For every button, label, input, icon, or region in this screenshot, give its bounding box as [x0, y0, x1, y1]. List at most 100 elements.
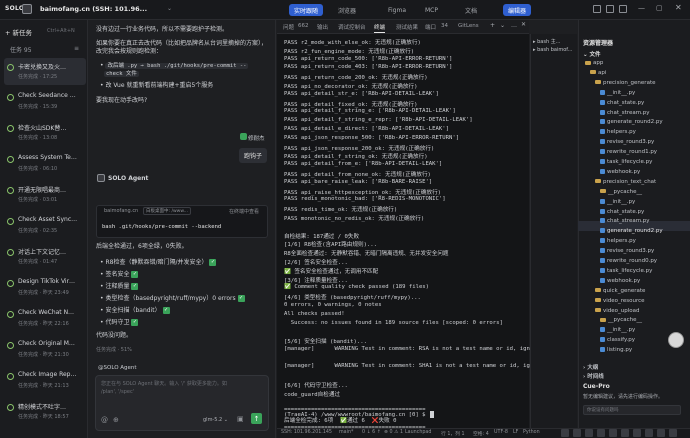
minimize-icon[interactable]: — [638, 4, 645, 12]
ssh-status[interactable]: SSH: 101.96.201.145 [281, 430, 332, 435]
more-icon[interactable]: … [511, 22, 517, 29]
add-terminal-icon[interactable]: + [490, 22, 495, 29]
tab-debug-console[interactable]: 调试控制台 [338, 23, 366, 31]
tree-file[interactable]: task_lifecycle.py [600, 159, 652, 165]
outline-section[interactable]: › 大纲 [583, 363, 598, 371]
tab-gitlens[interactable]: GitLens [458, 23, 479, 29]
layout-left-icon[interactable] [593, 5, 601, 13]
task-item[interactable]: Check Seedance … 任务完成 · 15:39 [4, 88, 86, 115]
send-button[interactable]: ↑ [251, 413, 262, 424]
image-icon[interactable]: ▣ [237, 415, 244, 423]
timeline-section[interactable]: › 时间线 [583, 372, 604, 380]
tree-file[interactable]: rewrite_round0.py [600, 258, 657, 264]
tree-folder[interactable]: video_upload [595, 308, 640, 314]
tree-folder[interactable]: __pycache__ [600, 317, 642, 323]
tree-file[interactable]: chat_state.py [600, 208, 644, 215]
sync-status[interactable]: 0 ↓ 6 ↑ [362, 430, 381, 435]
terminal-list-item[interactable]: ▸ bash 主... [533, 38, 560, 45]
tree-file[interactable]: helpers.py [600, 129, 636, 135]
tab-output[interactable]: 输出 [317, 23, 328, 31]
terminal-prompt[interactable]: (TraeAI-4) /www/wwwroot/baimofang.cn [0]… [284, 412, 425, 418]
tree-folder[interactable]: __pycache__ [600, 189, 642, 195]
close-panel-icon[interactable]: ✕ [521, 21, 526, 28]
task-item[interactable]: Design TikTok Vir… 任务完成 · 昨天 23:49 [4, 274, 86, 301]
task-item[interactable]: 精创模式不吐字… 任务完成 · 昨天 18:57 [4, 398, 86, 425]
tool-icon[interactable] [633, 429, 641, 437]
tab-browser[interactable]: 浏览器 [333, 4, 361, 16]
tab-ports[interactable]: 端口 [425, 23, 436, 31]
tree-file[interactable]: webhook.py [600, 168, 640, 175]
tree-file[interactable]: __init__.py [600, 327, 635, 333]
tree-file[interactable]: revise_round3.py [600, 139, 654, 145]
tree-folder[interactable]: precision_generate [595, 80, 655, 86]
tab-mcp[interactable]: MCP [420, 4, 443, 16]
filter-icon[interactable]: ≡ [74, 45, 79, 52]
task-item[interactable]: 卡密兑换又及火… 任务完成 · 17:25 [4, 58, 86, 85]
task-item[interactable]: Assess System Te… 任务完成 · 06:10 [4, 150, 86, 177]
encoding[interactable]: UTF-8 [494, 430, 508, 435]
tree-file[interactable]: generate_round2.py [600, 119, 663, 125]
tab-live-follow[interactable]: 实时跟随 [289, 4, 324, 16]
task-item[interactable]: 检查火山SDK替… 任务完成 · 13:08 [4, 119, 86, 146]
model-selector[interactable]: glm-5.2 ⌄ [203, 417, 228, 423]
terminal-list-item[interactable]: ▸ bash baimof... [533, 47, 572, 53]
task-item[interactable]: Check Image Rep… 任务完成 · 昨天 21:13 [4, 367, 86, 394]
task-item[interactable]: Check WeChat N… 任务完成 · 昨天 22:16 [4, 305, 86, 332]
tree-file[interactable]: __init__.py [600, 89, 635, 96]
tree-file[interactable]: chat_stream.py [600, 109, 650, 116]
at-icon[interactable]: @ [101, 416, 108, 424]
tab-editor[interactable]: 编辑器 [503, 4, 532, 16]
new-task-button[interactable]: + 新任务 [5, 27, 32, 37]
tree-file[interactable]: listing.py [600, 347, 632, 353]
view-in-terminal-link[interactable]: 在终端中查看 [229, 208, 259, 215]
launchpad-button[interactable]: Launchpad [405, 430, 431, 435]
mention-tag[interactable]: @SOLO Agent [98, 365, 137, 371]
tab-figma[interactable]: Figma [383, 4, 411, 16]
tree-file[interactable]: rewrite_round1.py [600, 149, 657, 155]
tool-icon[interactable] [609, 429, 617, 437]
tree-folder[interactable]: video_resource [595, 298, 645, 304]
git-branch[interactable]: main* [339, 430, 353, 435]
tool-icon[interactable] [585, 429, 593, 437]
tree-file[interactable]: revise_round3.py [600, 248, 654, 254]
explorer-section[interactable]: ⌄ 文件 [583, 50, 601, 58]
line-ending[interactable]: LF [513, 430, 518, 435]
tree-file[interactable]: task_lifecycle.py [600, 267, 652, 274]
tree-folder[interactable]: quick_generate [595, 288, 645, 294]
tool-icon[interactable] [597, 429, 605, 437]
avatar[interactable] [668, 332, 684, 348]
task-item[interactable]: Check Original M… 任务完成 · 昨天 21:30 [4, 336, 86, 363]
tab-terminal[interactable]: 终端 [374, 23, 386, 33]
layout-bottom-icon[interactable] [606, 5, 614, 13]
tool-icon[interactable] [621, 429, 629, 437]
task-item[interactable]: 对话上下文记忆… 任务完成 · 01:47 [4, 243, 86, 270]
cursor-position[interactable]: 行 1，列 1 [441, 430, 465, 437]
maximize-icon[interactable]: ▢ [656, 4, 663, 12]
dropdown-icon[interactable]: ⌄ [500, 22, 505, 29]
tool-icon[interactable] [573, 429, 581, 437]
window-title[interactable]: baimofang.cn (SSH: 101.96... [40, 5, 147, 13]
task-item[interactable]: Check Asset Sync… 任务完成 · 02:35 [4, 212, 86, 239]
tree-folder[interactable]: app [585, 60, 603, 66]
language-mode[interactable]: Python [523, 430, 540, 435]
tree-folder[interactable]: precision_text_chat [595, 179, 656, 185]
task-item[interactable]: 开通无限唱最商… 任务完成 · 03:01 [4, 181, 86, 208]
tree-file[interactable]: chat_stream.py [600, 218, 650, 224]
tree-file[interactable]: chat_state.py [600, 99, 644, 106]
cuepro-input[interactable]: 你说设有问题吗 [583, 405, 681, 415]
tree-file[interactable]: webhook.py [600, 277, 640, 284]
tool-icon[interactable] [561, 429, 569, 437]
indent-setting[interactable]: 空格: 4 [473, 430, 489, 437]
tree-file[interactable]: helpers.py [600, 238, 636, 244]
tree-file[interactable]: classify.py [600, 337, 635, 343]
close-icon[interactable]: ✕ [675, 3, 682, 12]
chevron-down-icon[interactable]: ⌄ [167, 5, 172, 12]
tool-icon[interactable] [669, 429, 677, 437]
layout-right-icon[interactable] [619, 5, 627, 13]
tab-docs[interactable]: 文档 [460, 4, 482, 16]
tab-test-results[interactable]: 测试结果 [396, 23, 418, 31]
tree-file[interactable]: __init__.py [600, 198, 635, 205]
tree-file[interactable]: generate_round2.py [600, 228, 663, 234]
tab-problems[interactable]: 问题 [283, 23, 294, 31]
tool-icon[interactable] [645, 429, 653, 437]
